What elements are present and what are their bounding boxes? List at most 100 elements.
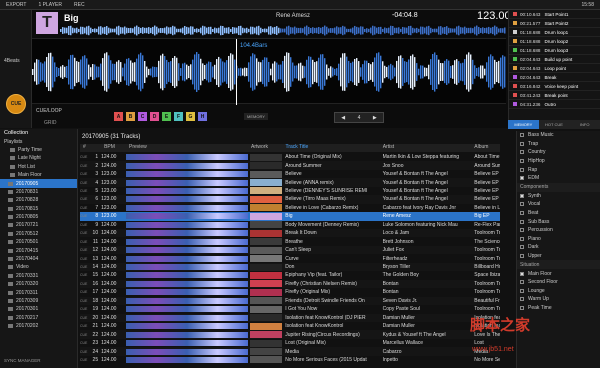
checkbox-icon[interactable] (520, 297, 524, 302)
overview-waveform[interactable] (60, 24, 506, 37)
filter-item[interactable]: Synth (517, 192, 600, 201)
table-row[interactable]: CUE 6 123.00 Believe (Tirro Maas Remix) Yous… (80, 195, 500, 204)
col-header-album[interactable]: Album (471, 144, 500, 152)
sidebar-item-20170805[interactable]: 20170805 (0, 213, 77, 221)
table-row[interactable]: CUE 3 123.00 Believe Yousef & Bontan ft The … (80, 170, 500, 178)
sidebar-item-20170501[interactable]: 20170501 (0, 238, 77, 246)
checkbox-icon[interactable] (520, 219, 524, 224)
track-preview-waveform[interactable] (125, 238, 248, 245)
table-row[interactable]: CUE 8 123.00 Big Rene Amesz Big EP (80, 212, 500, 221)
checkbox-icon[interactable] (520, 202, 524, 207)
filter-item[interactable]: Second Floor (517, 278, 600, 287)
track-preview-waveform[interactable] (125, 230, 248, 237)
table-row[interactable]: CUE 13124.00 Curve Filterheadz Toolroom Tro (80, 254, 500, 263)
table-row[interactable]: CUE 23 124.00 Lost (Original Mix) Marcellus … (80, 339, 500, 347)
track-preview-waveform[interactable] (125, 179, 248, 186)
sidebar-playlists[interactable]: Playlists (0, 137, 77, 145)
sidebar-item-late-night[interactable]: Late Night (0, 154, 77, 162)
table-row[interactable]: CUE 19 124.00 I Got You Now Copy Paste Soul T… (80, 305, 500, 313)
table-row[interactable]: CUE 12 124.00 Can't Sleep Juliet Fox Toolroom… (80, 245, 500, 255)
table-row[interactable]: CUE 4 123.00 Believe (ANNA remix) Yousef & B… (80, 178, 500, 187)
table-row[interactable]: CUE 16 124.00 Firefly (Christian Nielsen Re… (80, 279, 500, 289)
table-row[interactable]: CUE 15 124.00 Epiphany Vip (feat. Tailor) Th… (80, 271, 500, 279)
memory-cue-item[interactable]: 02:04.643 Build up point (509, 55, 600, 64)
sidebar-collection[interactable]: Collection (0, 129, 77, 137)
col-header-preview[interactable]: Preview (126, 144, 248, 152)
filter-item[interactable]: Rap (517, 165, 600, 174)
col-header-artist[interactable]: Artist (380, 144, 472, 152)
filter-item[interactable]: Piano (517, 235, 600, 244)
table-row[interactable]: CUE 24 124.00 Media Cabarzo Media (80, 347, 500, 356)
checkbox-icon[interactable] (520, 236, 524, 241)
memory-cue-item[interactable]: 03:41.243 Break point (509, 91, 600, 100)
sidebar-item-20170512[interactable]: 20170512 (0, 230, 77, 238)
sidebar-item-20170301[interactable]: 20170301 (0, 305, 77, 313)
hotcue-pad-g[interactable]: G (186, 112, 195, 121)
table-row[interactable]: CUE 5 123.00 Believe (DENNEY'S SUNRISE REMI… (80, 187, 500, 195)
checkbox-icon[interactable] (520, 228, 524, 233)
checkbox-icon[interactable] (520, 288, 524, 293)
track-preview-waveform[interactable] (125, 221, 248, 228)
memory-cue-item[interactable]: 03:16.842 Voice keep point (509, 82, 600, 91)
memory-cue-item[interactable]: 00:10.643 Start Point1 (509, 10, 600, 19)
track-preview-waveform[interactable] (125, 348, 248, 355)
filter-item[interactable]: EDM (517, 174, 600, 183)
hotcue-pad-a[interactable]: A (114, 112, 123, 121)
table-row[interactable]: CUE 22 124.00 Jupiter Rising(Circus Recordi… (80, 330, 500, 339)
checkbox-icon[interactable] (520, 141, 524, 146)
memory-cue-item[interactable]: 02:04.643 Loop point (509, 64, 600, 73)
table-row[interactable]: CUE 25 124.00 No More Serious Faces (2015 U… (80, 356, 500, 364)
track-preview-waveform[interactable] (125, 187, 248, 194)
col-header-tracktitle[interactable]: Track Title (282, 144, 379, 152)
checkbox-icon[interactable] (520, 193, 524, 198)
checkbox-icon[interactable] (520, 133, 524, 138)
track-preview-waveform[interactable] (125, 272, 248, 279)
filter-item[interactable]: HipHop (517, 157, 600, 166)
checkbox-icon[interactable] (520, 254, 524, 259)
track-preview-waveform[interactable] (125, 255, 248, 262)
sidebar-item-video[interactable]: Video (0, 263, 77, 271)
filter-item[interactable]: Lounge (517, 287, 600, 296)
track-preview-waveform[interactable] (125, 297, 248, 304)
track-preview-waveform[interactable] (125, 289, 248, 296)
table-row[interactable]: CUE 17 124.00 Firefly (Original Mix) Bontan T… (80, 288, 500, 296)
grid-button[interactable]: GRID (44, 120, 57, 126)
filter-item[interactable]: Percussion (517, 226, 600, 235)
memory-cue-item[interactable]: 01:18.688 Drum loop3 (509, 46, 600, 55)
col-header-artwork[interactable]: Artwork (248, 144, 282, 152)
track-preview-waveform[interactable] (125, 314, 248, 321)
sidebar-item-20170404[interactable]: 20170404 (0, 255, 77, 263)
memory-cue-item[interactable]: 02:04.643 Break (509, 73, 600, 82)
checkbox-icon[interactable] (520, 305, 524, 310)
track-preview-waveform[interactable] (125, 306, 248, 313)
sidebar-item-hot-list[interactable]: Hot List (0, 163, 77, 171)
sidebar-item-20170331[interactable]: 20170331 (0, 272, 77, 280)
table-row[interactable]: CUE 20 124.00 Isolation feat KnowKontrol (D… (80, 313, 500, 322)
loop-increase-icon[interactable]: ▶ (373, 115, 377, 121)
track-preview-waveform[interactable] (125, 340, 248, 347)
filter-item[interactable]: Sub Bass (517, 217, 600, 226)
checkbox-icon[interactable] (520, 211, 524, 216)
sidebar-item-20170415[interactable]: 20170415 (0, 246, 77, 254)
memory-cue-item[interactable]: 01:18.688 Drum loop2 (509, 37, 600, 46)
table-row[interactable]: CUE 18 124.00 Friends (Detroit Swindle Frie… (80, 296, 500, 306)
checkbox-icon[interactable] (520, 159, 524, 164)
sidebar-item-20170831[interactable]: 20170831 (0, 188, 77, 196)
col-header-[interactable]: # (80, 144, 101, 152)
filter-item[interactable]: Trap (517, 140, 600, 149)
table-row[interactable]: CUE 1 124.00 About Time (Original Mix) Marti… (80, 153, 500, 161)
sidebar-item-20170309[interactable]: 20170309 (0, 297, 77, 305)
track-preview-waveform[interactable] (125, 162, 248, 169)
memory-cue-item[interactable]: 04:31.236 Outro (509, 100, 600, 109)
memory-cue-item[interactable]: 00:21.577 Start Point2 (509, 19, 600, 28)
hotcue-pad-h[interactable]: H (198, 112, 207, 121)
table-row[interactable]: CUE 7 123.00 Believe in Love (Cabarzo Remix… (80, 204, 500, 212)
track-preview-waveform[interactable] (125, 171, 248, 178)
filter-item[interactable]: Main Floor (517, 269, 600, 278)
track-preview-waveform[interactable] (125, 204, 248, 211)
track-preview-waveform[interactable] (125, 154, 248, 161)
table-row[interactable]: CUE 11 124.00 Breathe Brett Johnson The Scien… (80, 238, 500, 246)
export-button[interactable]: EXPORT (0, 2, 32, 8)
sidebar-item-20170311[interactable]: 20170311 (0, 288, 77, 296)
filter-item[interactable]: Warm Up (517, 295, 600, 304)
